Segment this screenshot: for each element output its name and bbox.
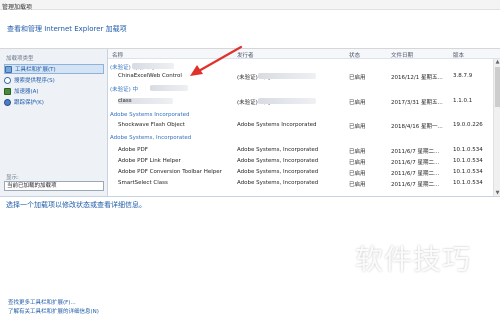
- table-row[interactable]: ChinaExcelWeb Control (未验证) 公司 已启用 2016/…: [108, 71, 493, 81]
- show-dropdown[interactable]: 当前已加载的加载项 ▼: [4, 181, 194, 191]
- column-header-date[interactable]: 文件日期: [391, 51, 413, 59]
- header: 查看和管理 Internet Explorer 加载项: [0, 10, 500, 48]
- vertical-scrollbar[interactable]: ▲ ▼: [493, 59, 500, 196]
- divider: [0, 196, 500, 197]
- page-title: 查看和管理 Internet Explorer 加载项: [7, 25, 127, 33]
- sidebar-item-label: 搜索提供程序(S): [14, 78, 55, 84]
- annotation-arrow-icon: [190, 45, 243, 76]
- show-dropdown-value: 当前已加载的加载项: [7, 183, 57, 189]
- sidebar-item-toolbars[interactable]: 工具栏和扩展(T): [4, 64, 104, 74]
- group-header: (未验证) 中: [108, 83, 493, 93]
- sidebar-item-label: 加速器(A): [14, 89, 39, 95]
- status-text: 选择一个加载项以修改状态或查看详细信息。: [6, 201, 146, 209]
- sidebar-item-tracking-protection[interactable]: 跟踪保护(K): [4, 97, 104, 107]
- column-header-row: 名称 发行者 状态 文件日期 版本: [108, 49, 500, 59]
- redacted-block: [258, 73, 316, 79]
- find-more-toolbars-link[interactable]: 查找更多工具栏和扩展(F)...: [8, 298, 76, 306]
- column-header-name[interactable]: 名称: [112, 51, 123, 59]
- scroll-up-icon[interactable]: ▲: [494, 59, 500, 65]
- sidebar-item-accelerators[interactable]: 加速器(A): [4, 86, 104, 96]
- addon-list: 名称 发行者 状态 文件日期 版本 (未验证) 有限公司 ChinaExcelW…: [108, 49, 500, 196]
- table-row[interactable]: Adobe PDF Conversion Toolbar Helper Adob…: [108, 167, 493, 177]
- redacted-block: [150, 85, 188, 91]
- tracking-protection-icon: [4, 98, 11, 106]
- group-header: Adobe Systems Incorporated: [110, 112, 190, 118]
- title-bar: 管理加载项: [0, 0, 500, 11]
- redacted-block: [132, 63, 174, 69]
- table-row[interactable]: SmartSelect Class Adobe Systems, Incorpo…: [108, 178, 493, 188]
- search-icon: [4, 76, 11, 84]
- toolbar-icon: [5, 65, 12, 73]
- accelerator-icon: [4, 87, 11, 95]
- group-header: Adobe Systems, Incorporated: [110, 135, 192, 141]
- column-header-version[interactable]: 版本: [453, 51, 464, 59]
- sidebar-item-search-providers[interactable]: 搜索提供程序(S): [4, 75, 104, 85]
- scrollbar-thumb[interactable]: [495, 67, 500, 107]
- sidebar-item-label: 工具栏和扩展(T): [15, 67, 56, 73]
- arrow-shaft: [195, 45, 243, 74]
- addon-types-label: 加载项类型: [6, 56, 34, 62]
- sidebar: 加载项类型 工具栏和扩展(T) 搜索提供程序(S) 加速器(A) 跟踪保护(K)…: [0, 49, 194, 196]
- table-row[interactable]: Adobe PDF Adobe Systems, Incorporated 已启…: [108, 145, 493, 155]
- sidebar-item-label: 跟踪保护(K): [14, 100, 44, 106]
- learn-more-toolbars-link[interactable]: 了解有关工具栏和扩展的详细信息(N): [8, 307, 99, 315]
- group-header: (未验证) 有限公司: [108, 61, 493, 71]
- column-header-status[interactable]: 状态: [349, 51, 360, 59]
- show-label: 显示:: [6, 175, 19, 181]
- table-row[interactable]: Shockwave Flash Object Adobe Systems Inc…: [108, 120, 493, 130]
- redacted-block: [258, 98, 316, 104]
- table-row[interactable]: Adobe PDF Link Helper Adobe Systems, Inc…: [108, 156, 493, 166]
- table-row[interactable]: class (未验证) 公司 已启用 2017/3/31 星期五... 1.1.…: [108, 96, 493, 106]
- watermark: 软件技巧: [355, 243, 472, 276]
